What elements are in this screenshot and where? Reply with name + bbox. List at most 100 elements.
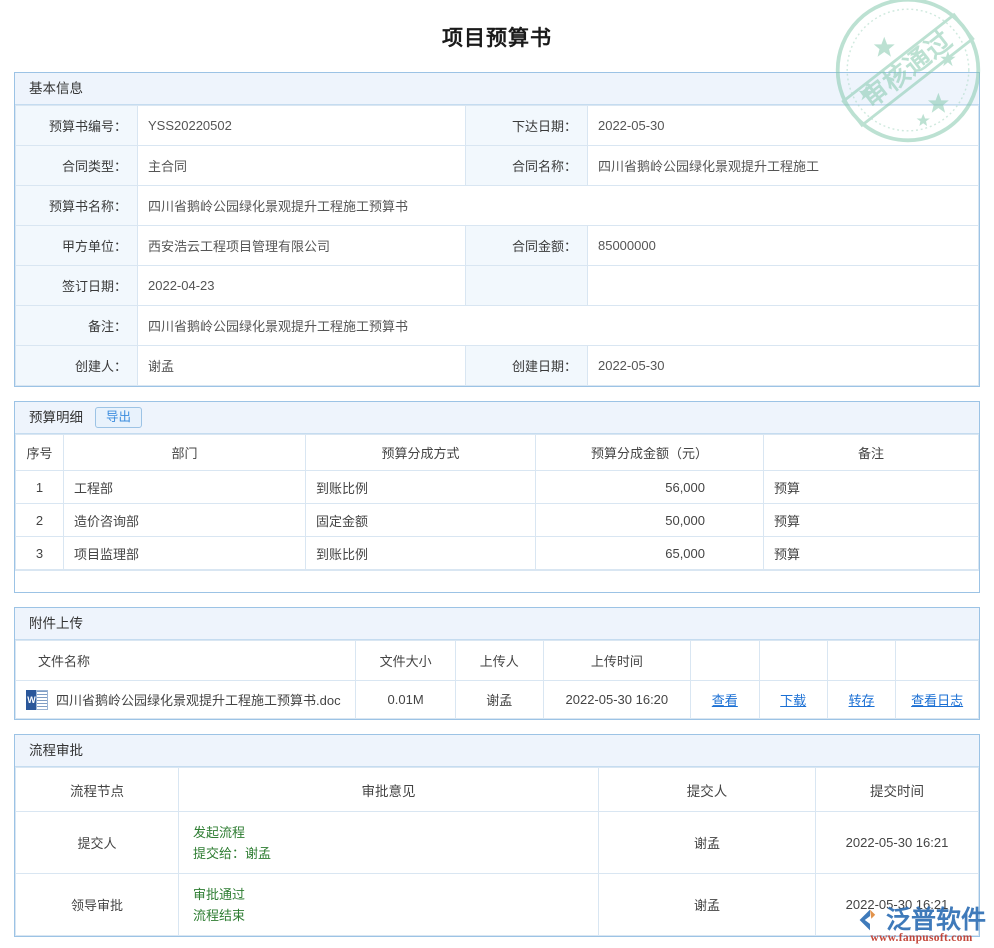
- table-row: 签订日期： 2022-04-23: [16, 266, 979, 306]
- flow-approval-panel: 流程审批 流程节点 审批意见 提交人 提交时间 提交人 发起流程 提交给：谢孟: [14, 734, 980, 937]
- column-header-uploadtime: 上传时间: [543, 641, 691, 681]
- field-value: 谢孟: [138, 346, 466, 386]
- download-link[interactable]: 下载: [780, 693, 806, 708]
- column-header-filename: 文件名称: [16, 641, 356, 681]
- table-header-row: 文件名称 文件大小 上传人 上传时间: [16, 641, 979, 681]
- field-label: 下达日期：: [465, 106, 587, 146]
- column-header-dept: 部门: [64, 435, 306, 471]
- field-label: 签订日期：: [16, 266, 138, 306]
- budget-detail-footer: [15, 570, 979, 592]
- column-header-action-2: [759, 641, 827, 681]
- cell-mode: 到账比例: [306, 471, 536, 504]
- field-value: 2022-04-23: [138, 266, 466, 306]
- cell-amount: 65,000: [536, 537, 764, 570]
- cell-dept: 工程部: [64, 471, 306, 504]
- opinion-line-1: 审批通过: [193, 884, 588, 905]
- cell-remark: 预算: [764, 504, 979, 537]
- cell-amount: 56,000: [536, 471, 764, 504]
- attachment-panel: 附件上传 文件名称 文件大小 上传人 上传时间: [14, 607, 980, 720]
- cell-index: 1: [16, 471, 64, 504]
- column-header-action-3: [827, 641, 895, 681]
- column-header-action-4: [896, 641, 979, 681]
- word-file-icon: W: [26, 690, 48, 710]
- column-header-uploader: 上传人: [456, 641, 543, 681]
- field-value: 主合同: [138, 146, 466, 186]
- field-label: 预算书编号：: [16, 106, 138, 146]
- cell-flow-submitter: 谢孟: [599, 812, 816, 874]
- view-log-link[interactable]: 查看日志: [911, 693, 963, 708]
- basic-info-panel: 基本信息 预算书编号： YSS20220502 下达日期： 2022-05-30…: [14, 72, 980, 387]
- cell-remark: 预算: [764, 471, 979, 504]
- budget-detail-panel: 预算明细 导出 序号 部门 预算分成方式 预算分成金额（元） 备注 1 工程部 …: [14, 401, 980, 593]
- table-row: 1 工程部 到账比例 56,000 预算: [16, 471, 979, 504]
- column-header-remark: 备注: [764, 435, 979, 471]
- cell-flow-node: 领导审批: [16, 874, 179, 936]
- save-as-link[interactable]: 转存: [849, 693, 875, 708]
- cell-flow-node: 提交人: [16, 812, 179, 874]
- column-header-action-1: [691, 641, 759, 681]
- cell-uploadtime: 2022-05-30 16:20: [543, 681, 691, 719]
- empty-label-cell: [465, 266, 587, 306]
- field-label: 甲方单位：: [16, 226, 138, 266]
- cell-mode: 到账比例: [306, 537, 536, 570]
- budget-document-page: 审核通过 项目预算书 基本信息 预算书编号： YSS20220502 下达日期：…: [0, 0, 994, 948]
- column-header-index: 序号: [16, 435, 64, 471]
- field-value: 四川省鹅岭公园绿化景观提升工程施工预算书: [138, 186, 979, 226]
- table-row: 2 造价咨询部 固定金额 50,000 预算: [16, 504, 979, 537]
- field-label: 合同类型：: [16, 146, 138, 186]
- table-row: 3 项目监理部 到账比例 65,000 预算: [16, 537, 979, 570]
- opinion-line-2: 提交给：谢孟: [193, 843, 588, 864]
- field-value: YSS20220502: [138, 106, 466, 146]
- budget-detail-header: 预算明细 导出: [15, 402, 979, 434]
- attachment-filename-text: 四川省鹅岭公园绿化景观提升工程施工预算书.doc: [56, 690, 341, 709]
- cell-flow-opinion: 发起流程 提交给：谢孟: [179, 812, 599, 874]
- opinion-line-1: 发起流程: [193, 822, 588, 843]
- table-row: 甲方单位： 西安浩云工程项目管理有限公司 合同金额： 85000000: [16, 226, 979, 266]
- flow-approval-header: 流程审批: [15, 735, 979, 767]
- table-row: 预算书名称： 四川省鹅岭公园绿化景观提升工程施工预算书: [16, 186, 979, 226]
- table-row: 创建人： 谢孟 创建日期： 2022-05-30: [16, 346, 979, 386]
- attachment-table: 文件名称 文件大小 上传人 上传时间 W: [15, 640, 979, 719]
- column-header-submittime: 提交时间: [816, 768, 979, 812]
- field-value: 85000000: [587, 226, 978, 266]
- cell-dept: 项目监理部: [64, 537, 306, 570]
- field-label: 创建日期：: [465, 346, 587, 386]
- attachment-title: 附件上传: [29, 608, 83, 640]
- field-value: 西安浩云工程项目管理有限公司: [138, 226, 466, 266]
- table-header-row: 流程节点 审批意见 提交人 提交时间: [16, 768, 979, 812]
- opinion-line-2: 流程结束: [193, 905, 588, 926]
- view-link[interactable]: 查看: [712, 693, 738, 708]
- column-header-submitter: 提交人: [599, 768, 816, 812]
- field-value: 四川省鹅岭公园绿化景观提升工程施工预算书: [138, 306, 979, 346]
- field-value: 2022-05-30: [587, 346, 978, 386]
- table-header-row: 序号 部门 预算分成方式 预算分成金额（元） 备注: [16, 435, 979, 471]
- cell-amount: 50,000: [536, 504, 764, 537]
- budget-detail-title: 预算明细: [29, 402, 83, 434]
- basic-info-title: 基本信息: [29, 73, 83, 105]
- table-row: W 四川省鹅岭公园绿化景观提升工程施工预算书.doc 0.01M 谢孟 2022…: [16, 681, 979, 719]
- basic-info-header: 基本信息: [15, 73, 979, 105]
- field-label: 合同金额：: [465, 226, 587, 266]
- cell-remark: 预算: [764, 537, 979, 570]
- column-header-opinion: 审批意见: [179, 768, 599, 812]
- table-row: 预算书编号： YSS20220502 下达日期： 2022-05-30: [16, 106, 979, 146]
- cell-index: 3: [16, 537, 64, 570]
- attachment-header: 附件上传: [15, 608, 979, 640]
- cell-filename: W 四川省鹅岭公园绿化景观提升工程施工预算书.doc: [16, 681, 356, 719]
- table-row: 备注： 四川省鹅岭公园绿化景观提升工程施工预算书: [16, 306, 979, 346]
- cell-uploader: 谢孟: [456, 681, 543, 719]
- cell-flow-submitter: 谢孟: [599, 874, 816, 936]
- field-label: 合同名称：: [465, 146, 587, 186]
- field-label: 备注：: [16, 306, 138, 346]
- cell-index: 2: [16, 504, 64, 537]
- cell-filesize: 0.01M: [356, 681, 456, 719]
- page-title: 项目预算书: [14, 0, 980, 72]
- export-button[interactable]: 导出: [95, 407, 142, 428]
- basic-info-table: 预算书编号： YSS20220502 下达日期： 2022-05-30 合同类型…: [15, 105, 979, 386]
- column-header-mode: 预算分成方式: [306, 435, 536, 471]
- field-label: 预算书名称：: [16, 186, 138, 226]
- table-row: 领导审批 审批通过 流程结束 谢孟 2022-05-30 16:21: [16, 874, 979, 936]
- field-value: 四川省鹅岭公园绿化景观提升工程施工: [587, 146, 978, 186]
- cell-dept: 造价咨询部: [64, 504, 306, 537]
- field-value: 2022-05-30: [587, 106, 978, 146]
